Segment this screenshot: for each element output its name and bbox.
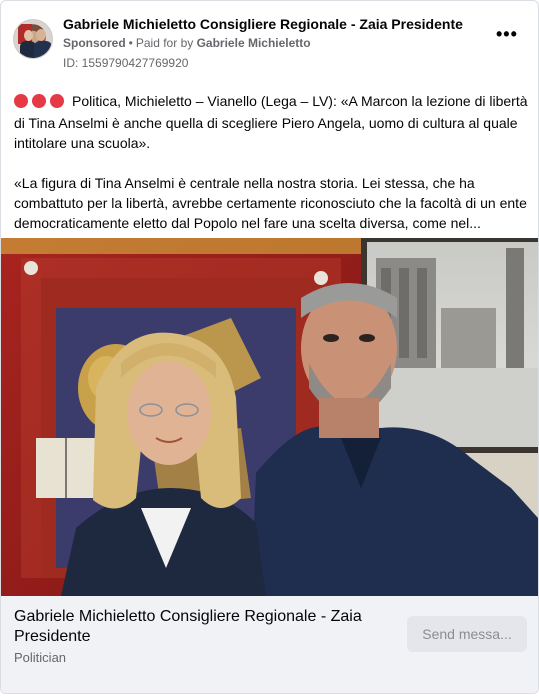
- page-avatar[interactable]: [13, 19, 53, 59]
- ad-footer: Gabriele Michieletto Consigliere Regiona…: [1, 596, 538, 693]
- ad-id: ID: 1559790427769920: [63, 56, 189, 70]
- page-name-link[interactable]: Gabriele Michieletto Consigliere Regiona…: [63, 16, 463, 32]
- more-options-icon[interactable]: •••: [496, 25, 517, 45]
- footer-page-name[interactable]: Gabriele Michieletto Consigliere Regiona…: [14, 607, 394, 647]
- send-message-button[interactable]: Send messa...: [407, 616, 527, 652]
- ad-paragraph-2: «La figura di Tina Anselmi è centrale ne…: [14, 175, 527, 231]
- paid-for-name: Gabriele Michieletto: [196, 36, 311, 50]
- ad-card: Gabriele Michieletto Consigliere Regiona…: [0, 0, 539, 694]
- paid-for-prefix: Paid for by: [135, 36, 194, 50]
- ad-meta: Sponsored • Paid for by Gabriele Michielet…: [63, 36, 311, 50]
- ad-paragraph-1: Politica, Michieletto – Vianello (Lega –…: [14, 93, 528, 151]
- red-dots-icon: [14, 93, 68, 113]
- ad-body-text: Politica, Michieletto – Vianello (Lega –…: [14, 91, 529, 233]
- ad-header: Gabriele Michieletto Consigliere Regiona…: [13, 13, 526, 73]
- footer-page-category: Politician: [14, 650, 67, 665]
- sponsored-label: Sponsored: [63, 36, 126, 50]
- ad-image[interactable]: [1, 238, 538, 596]
- meta-separator: •: [128, 36, 133, 50]
